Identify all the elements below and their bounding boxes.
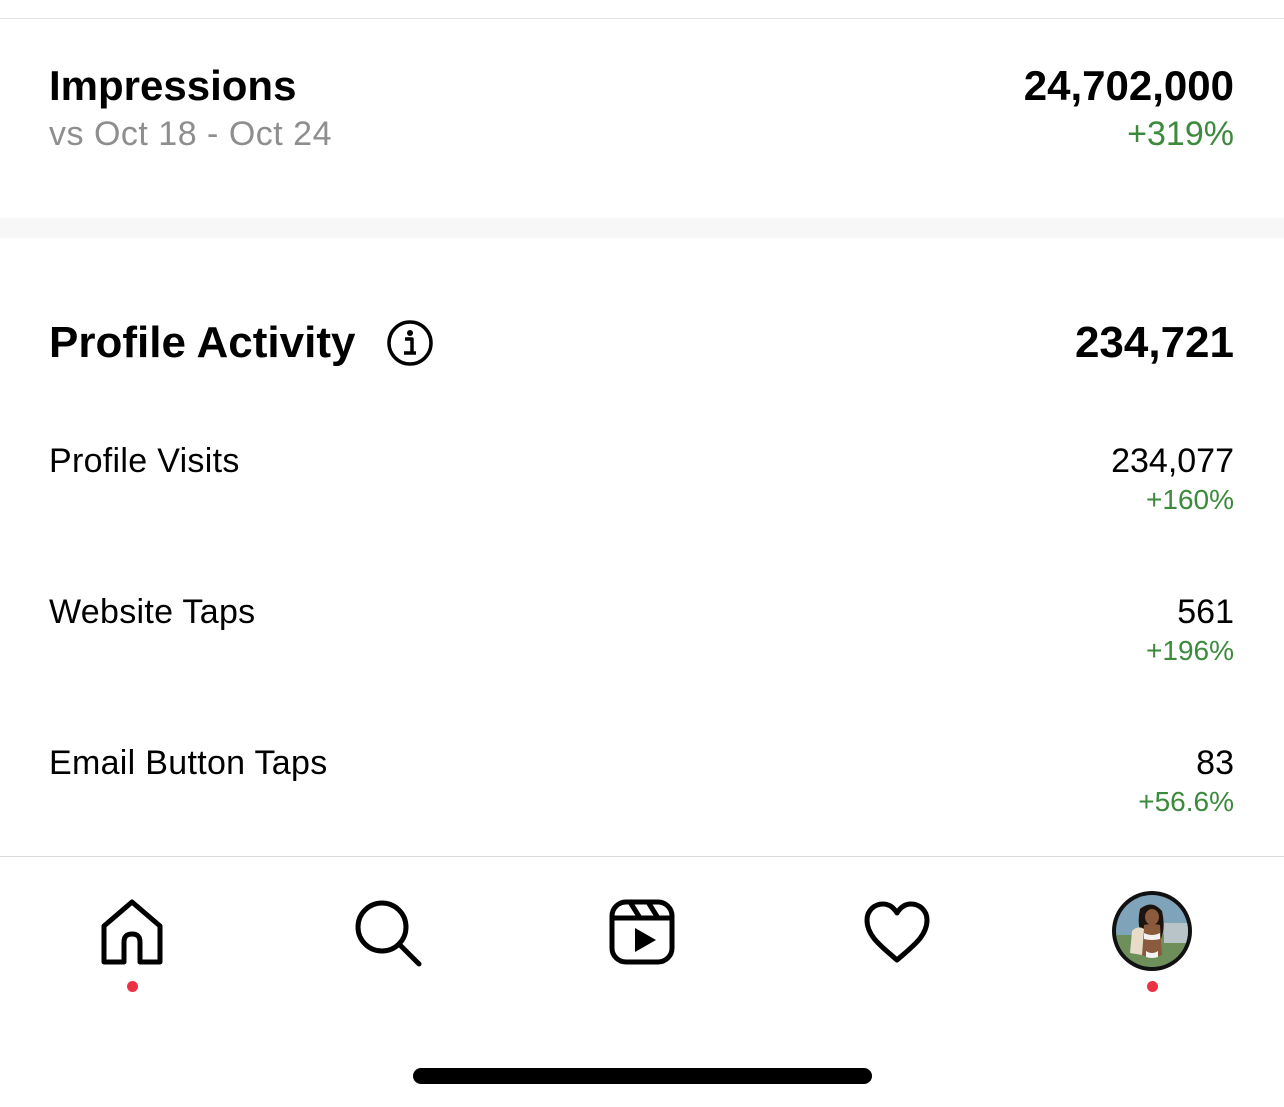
avatar xyxy=(1116,895,1188,967)
metric-value-profile-visits: 234,077 xyxy=(1111,442,1234,480)
impressions-value: 24,702,000 xyxy=(1023,62,1234,109)
tab-reels[interactable] xyxy=(602,892,682,972)
heart-icon xyxy=(864,901,930,963)
comparison-range: vs Oct 18 - Oct 24 xyxy=(49,115,332,153)
metric-value-website-taps: 561 xyxy=(1177,593,1234,631)
profile-notification-dot xyxy=(1147,981,1158,992)
tab-search[interactable] xyxy=(347,892,427,972)
info-icon[interactable] xyxy=(386,319,434,367)
profile-activity-title: Profile Activity xyxy=(49,318,356,367)
tab-activity[interactable] xyxy=(857,892,937,972)
home-notification-dot xyxy=(127,981,138,992)
metric-change-website-taps: +196% xyxy=(1146,635,1234,666)
profile-activity-total: 234,721 xyxy=(1074,318,1234,367)
metric-change-email-button-taps: +56.6% xyxy=(1138,786,1234,817)
top-divider xyxy=(0,18,1284,19)
metric-label-profile-visits: Profile Visits xyxy=(49,442,240,480)
reels-icon xyxy=(609,899,675,965)
metric-change-profile-visits: +160% xyxy=(1146,484,1234,515)
home-icon xyxy=(101,899,163,965)
search-icon xyxy=(355,900,422,967)
metric-label-email-button-taps: Email Button Taps xyxy=(49,744,328,782)
tab-home[interactable] xyxy=(92,892,172,972)
impressions-change: +319% xyxy=(1127,115,1234,153)
section-separator xyxy=(0,218,1284,238)
impressions-title: Impressions xyxy=(49,62,297,109)
home-indicator[interactable] xyxy=(413,1068,872,1084)
tab-bar-divider xyxy=(0,856,1284,857)
tab-profile[interactable] xyxy=(1112,891,1192,971)
metric-value-email-button-taps: 83 xyxy=(1196,744,1234,782)
metric-label-website-taps: Website Taps xyxy=(49,593,256,631)
